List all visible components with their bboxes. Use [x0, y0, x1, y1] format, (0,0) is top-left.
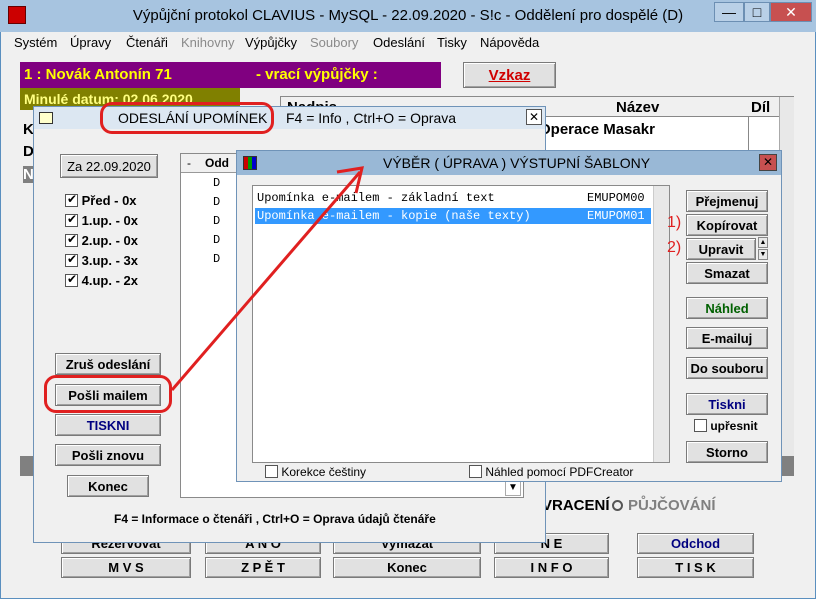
arrow-annotation: [170, 166, 364, 391]
arrow-line: [170, 171, 362, 391]
